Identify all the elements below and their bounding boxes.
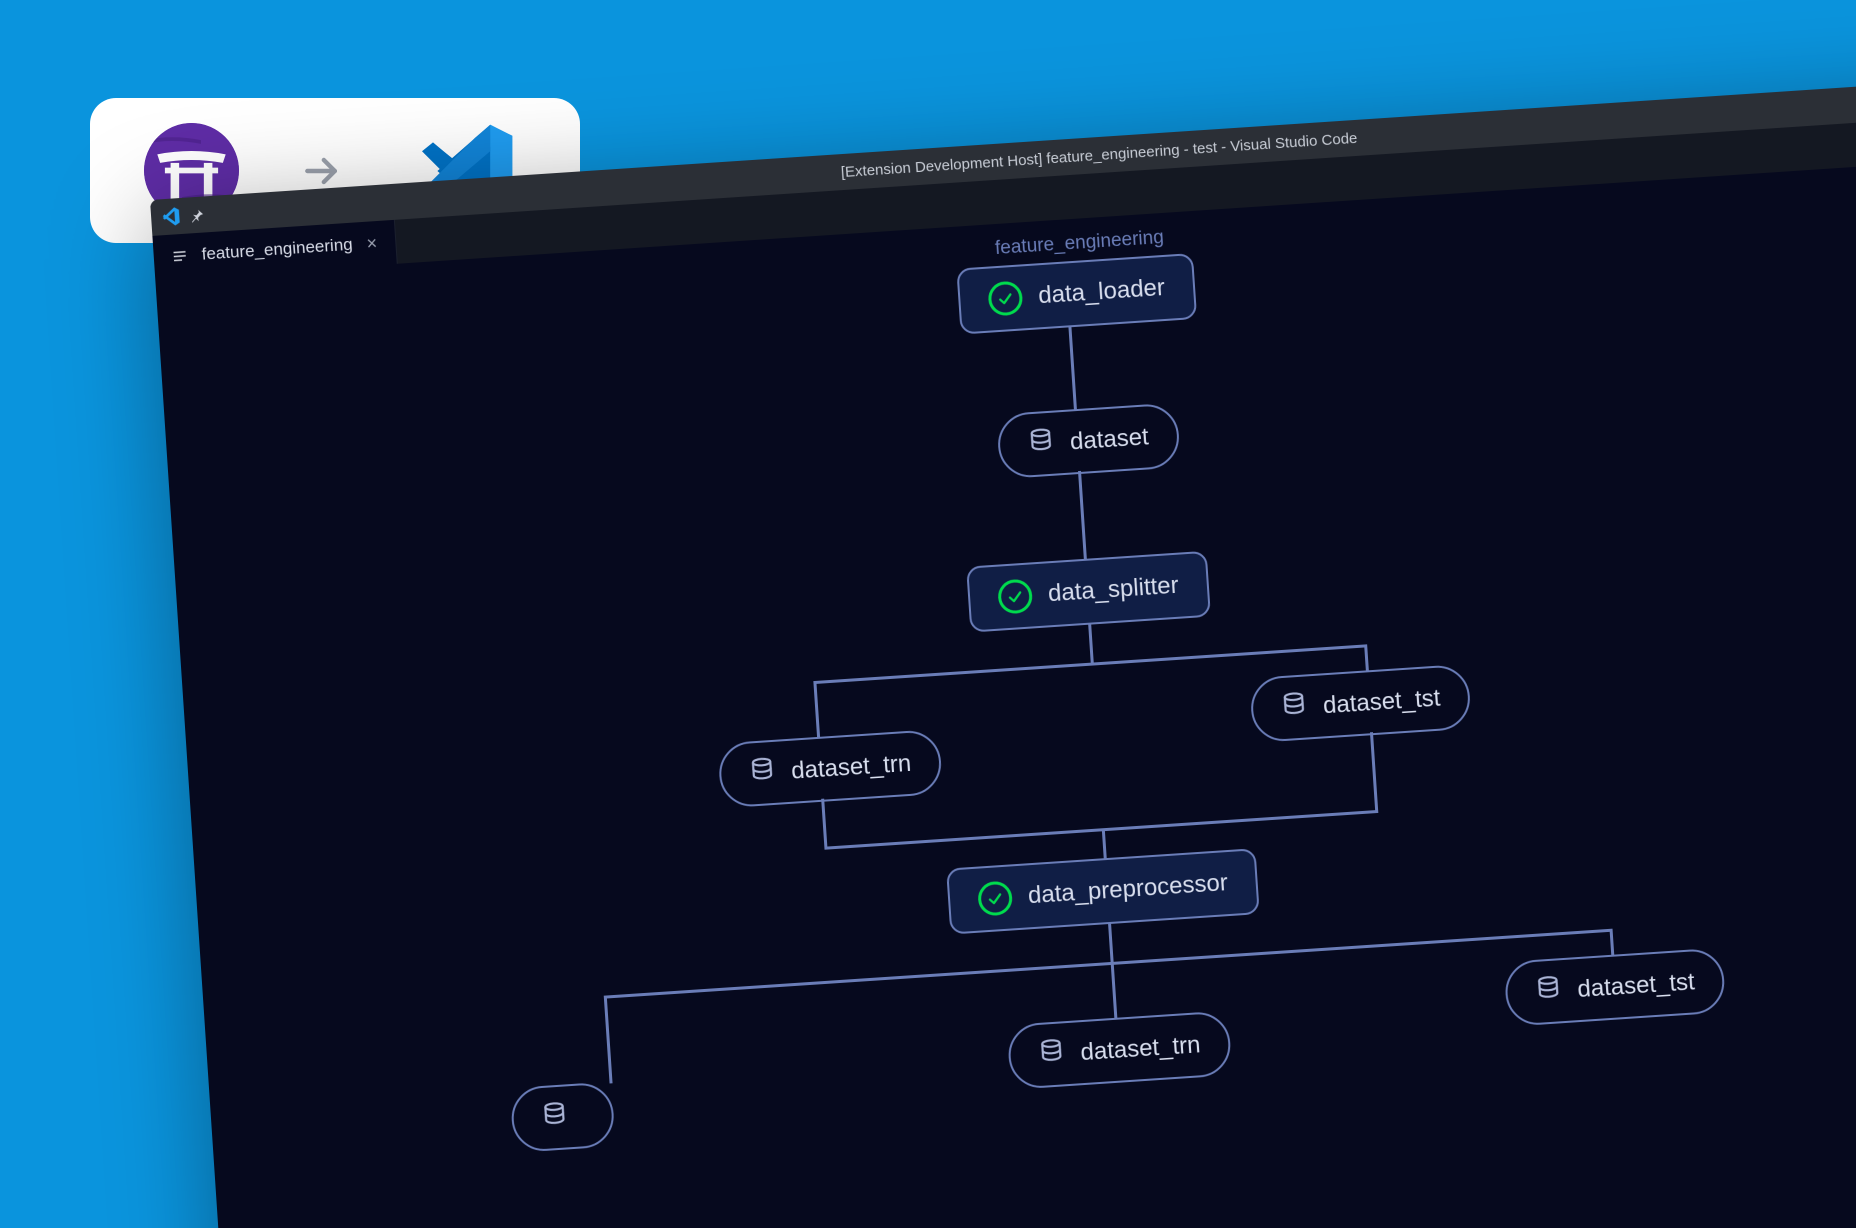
database-icon [1038,1037,1066,1072]
edge [1108,924,1114,962]
node-data-loader[interactable]: data_loader [956,253,1197,335]
edge [1111,962,1118,1020]
tab-label: feature_engineering [201,235,353,265]
edge [821,799,827,849]
edge [1370,732,1378,812]
edge [1088,625,1094,663]
node-data-preprocessor[interactable]: data_preprocessor [946,848,1260,934]
node-label: dataset_trn [790,749,912,785]
tab-file-icon [171,248,188,265]
edge [1364,644,1369,672]
node-label: dataset_tst [1577,968,1696,1004]
node-dataset-tst[interactable]: dataset_tst [1249,664,1472,743]
status-success-icon [977,880,1013,916]
node-label: data_splitter [1047,572,1179,609]
database-icon [748,756,776,791]
pin-icon[interactable] [189,208,204,223]
edge [1068,327,1076,409]
close-icon[interactable]: × [366,234,378,253]
database-icon [541,1100,569,1135]
pipeline-label: feature_engineering [994,227,1164,260]
status-success-icon [987,280,1023,316]
node-label: dataset [1069,423,1149,456]
database-icon [1280,690,1308,725]
edge [1610,929,1615,957]
node-label: data_preprocessor [1027,869,1229,910]
status-success-icon [997,578,1033,614]
edge [813,681,820,739]
node-dataset[interactable]: dataset [996,402,1181,479]
database-icon [1534,974,1562,1009]
vscode-window: [Extension Development Host] feature_eng… [150,74,1856,1228]
edge [1078,471,1087,561]
node-data-splitter[interactable]: data_splitter [966,551,1211,633]
database-icon [1027,427,1055,462]
node-label: dataset_tst [1322,684,1441,720]
node-partial-left[interactable] [510,1081,616,1153]
node-dataset-tst-2[interactable]: dataset_tst [1503,947,1726,1026]
node-dataset-trn[interactable]: dataset_trn [717,729,943,809]
vscode-logo-small-icon [158,205,181,228]
edge [1102,828,1107,860]
edge [604,929,1612,999]
pipeline-canvas[interactable]: feature_engineering data_loader dataset … [155,154,1856,1228]
node-label: data_loader [1037,274,1165,310]
node-dataset-trn-2[interactable]: dataset_trn [1007,1010,1233,1090]
edge [604,995,613,1083]
node-label: dataset_trn [1080,1031,1202,1067]
